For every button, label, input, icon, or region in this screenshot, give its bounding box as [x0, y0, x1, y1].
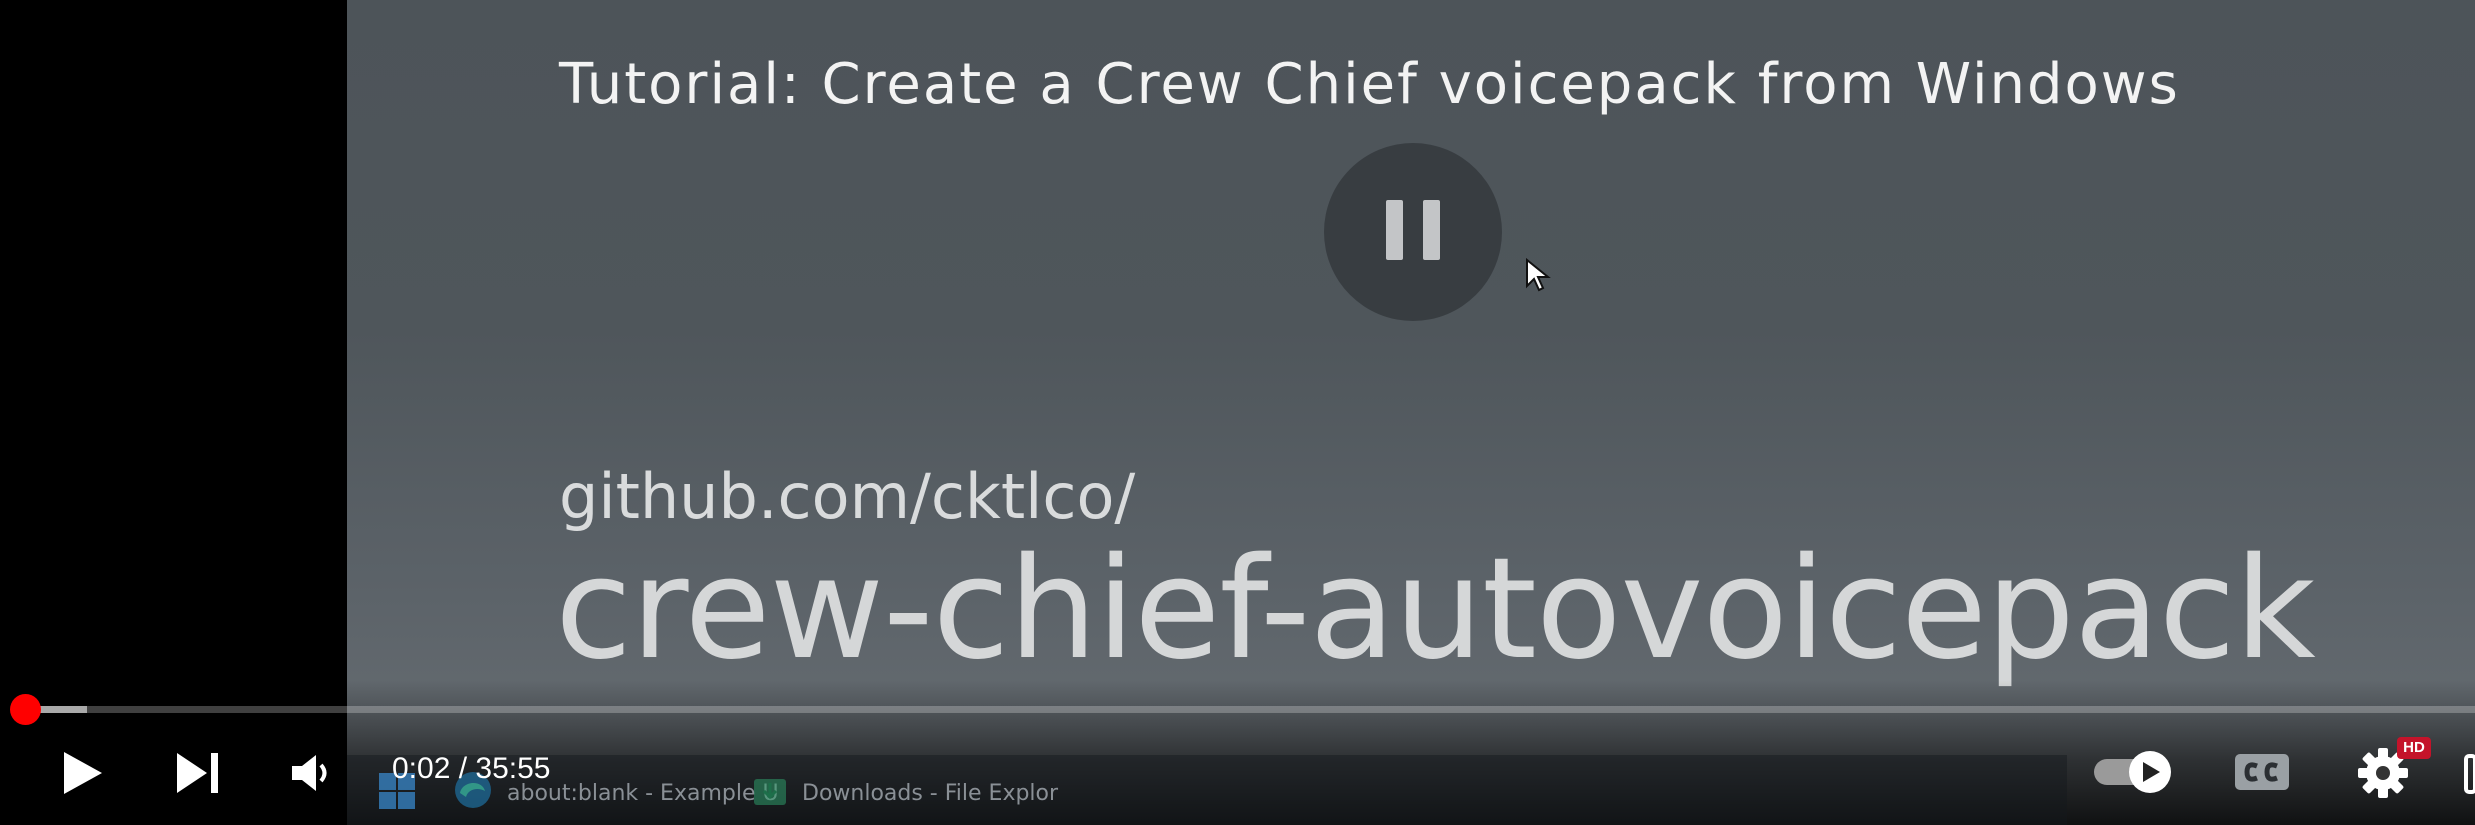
progress-scrubber-handle[interactable]: [10, 694, 41, 725]
hd-quality-badge: HD: [2397, 737, 2431, 759]
captions-button[interactable]: [2233, 750, 2291, 794]
video-title-text: Tutorial: Create a Crew Chief voicepack …: [559, 52, 2180, 117]
fullscreen-button-partial[interactable]: [2462, 752, 2475, 796]
play-icon: [64, 752, 102, 794]
cc-icon: [2235, 754, 2289, 790]
volume-icon: [292, 755, 327, 791]
repo-name-text: crew-chief-autovoicepack: [555, 528, 2316, 691]
next-button[interactable]: [175, 751, 223, 795]
mouse-cursor-icon: [1526, 258, 1551, 292]
taskbar-item-explorer: Downloads - File Explor: [752, 755, 1082, 825]
time-display: 0:02 / 35:55: [392, 752, 551, 785]
autoplay-toggle[interactable]: [2092, 749, 2174, 795]
fullscreen-icon: [2464, 754, 2475, 794]
mute-button[interactable]: [290, 752, 334, 794]
next-icon: [177, 753, 218, 793]
file-explorer-icon: [754, 779, 786, 805]
play-button[interactable]: [58, 748, 108, 798]
pause-overlay-button[interactable]: [1324, 143, 1502, 321]
repo-url-prefix: github.com/cktlco/: [559, 460, 1136, 533]
captured-windows-taskbar: about:blank - Example U Downloads - File…: [347, 755, 2067, 825]
progress-bar[interactable]: [27, 706, 2475, 713]
taskbar-item-label: Downloads - File Explor: [802, 781, 1059, 806]
